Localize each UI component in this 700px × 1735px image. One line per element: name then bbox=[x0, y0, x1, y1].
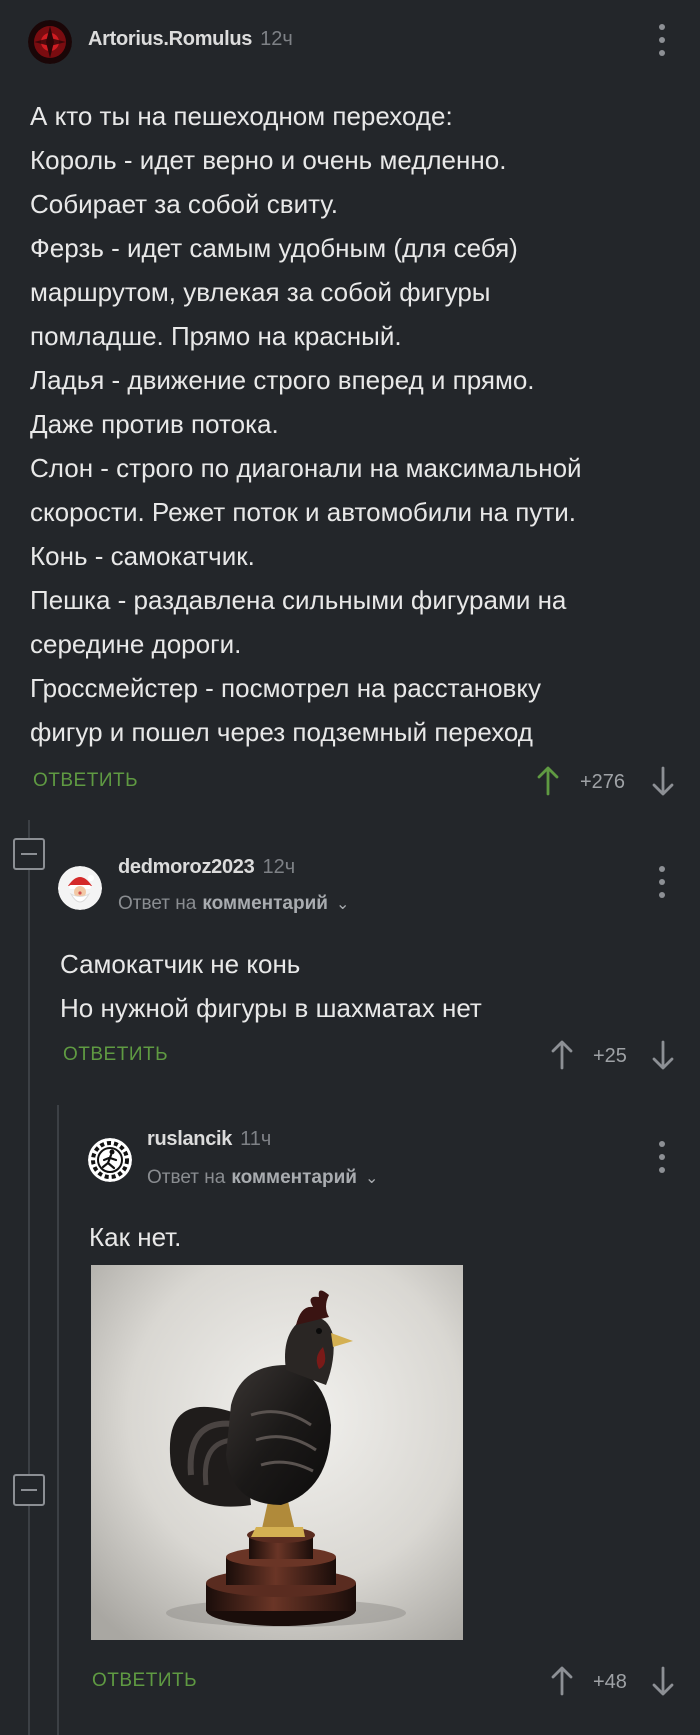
comment-line: скорости. Режет поток и автомобили на пу… bbox=[30, 497, 577, 527]
comment-time: 12ч bbox=[260, 28, 293, 50]
collapse-thread-button[interactable] bbox=[13, 838, 45, 870]
comment-line: середине дороги. bbox=[30, 629, 242, 659]
avatar[interactable] bbox=[28, 20, 72, 64]
more-options-icon[interactable] bbox=[652, 866, 672, 898]
more-options-icon[interactable] bbox=[652, 1141, 672, 1173]
reply-to-prefix: Ответ на bbox=[118, 893, 197, 914]
comment-header: ruslancik 11ч bbox=[147, 1128, 271, 1151]
upvote-icon[interactable] bbox=[536, 766, 560, 796]
comment-line: Король - идет верно и очень медленно. bbox=[30, 145, 507, 175]
comment-line: фигур и пошел через подземный переход bbox=[30, 717, 533, 747]
comment-line: Ладья - движение строго вперед и прямо. bbox=[30, 365, 535, 395]
comment-line: Собирает за собой свиту. bbox=[30, 189, 338, 219]
more-options-icon[interactable] bbox=[652, 24, 672, 56]
comment-line: Пешка - раздавлена сильными фигурами на bbox=[30, 585, 567, 615]
rating-score: +276 bbox=[580, 771, 626, 793]
rating-score: +25 bbox=[593, 1045, 627, 1067]
comment-header: Artorius.Romulus 12ч bbox=[88, 28, 293, 51]
comment-line: маршрутом, увлекая за собой фигуры bbox=[30, 277, 491, 307]
reply-button[interactable]: ОТВЕТИТЬ bbox=[63, 1044, 168, 1066]
downvote-icon[interactable] bbox=[651, 1040, 675, 1070]
comment-line: Даже против потока. bbox=[30, 409, 279, 439]
collapse-thread-button[interactable] bbox=[13, 1474, 45, 1506]
downvote-icon[interactable] bbox=[651, 766, 675, 796]
author-name[interactable]: Artorius.Romulus bbox=[88, 28, 252, 51]
comment-text: А кто ты на пешеходном переходе: Король … bbox=[30, 94, 680, 754]
upvote-icon[interactable] bbox=[550, 1040, 574, 1070]
comment-line: А кто ты на пешеходном переходе: bbox=[30, 101, 453, 131]
comment-line: помладше. Прямо на красный. bbox=[30, 321, 402, 351]
reply-to-link[interactable]: Ответ на комментарий ⌄ bbox=[118, 893, 349, 915]
avatar[interactable] bbox=[88, 1138, 132, 1182]
downvote-icon[interactable] bbox=[651, 1666, 675, 1696]
comment-time: 11ч bbox=[240, 1128, 272, 1150]
comment-time: 12ч bbox=[262, 856, 296, 878]
reply-to-prefix: Ответ на bbox=[147, 1167, 226, 1188]
thread-line[interactable] bbox=[57, 1105, 59, 1735]
comment-line: Гроссмейстер - посмотрел на расстановку bbox=[30, 673, 542, 703]
comment-line: Ферзь - идет самым удобным (для себя) bbox=[30, 233, 518, 263]
thread-line[interactable] bbox=[28, 820, 30, 1735]
comment-line: Конь - самокатчик. bbox=[30, 541, 255, 571]
reply-to-link[interactable]: Ответ на комментарий ⌄ bbox=[147, 1167, 378, 1189]
author-name[interactable]: ruslancik bbox=[147, 1128, 232, 1151]
rooster-chess-piece-image[interactable] bbox=[91, 1265, 463, 1640]
comment-text: Как нет. bbox=[89, 1222, 182, 1252]
rating-score: +48 bbox=[593, 1671, 627, 1693]
avatar[interactable] bbox=[58, 866, 102, 910]
upvote-icon[interactable] bbox=[550, 1666, 574, 1696]
comment-line: Но нужной фигуры в шахматах нет bbox=[60, 993, 482, 1023]
reply-button[interactable]: ОТВЕТИТЬ bbox=[92, 1670, 197, 1692]
reply-button[interactable]: ОТВЕТИТЬ bbox=[33, 770, 138, 792]
comment-line: Самокатчик не конь bbox=[60, 949, 301, 979]
author-name[interactable]: dedmoroz2023 bbox=[118, 856, 255, 879]
comment-text: Самокатчик не конь Но нужной фигуры в ша… bbox=[60, 942, 482, 1030]
comment-line: Слон - строго по диагонали на максимальн… bbox=[30, 453, 582, 483]
reply-to-target[interactable]: комментарий bbox=[231, 1167, 357, 1189]
chevron-down-icon[interactable]: ⌄ bbox=[336, 894, 349, 914]
comment-header: dedmoroz2023 12ч bbox=[118, 856, 295, 879]
reply-to-target[interactable]: комментарий bbox=[202, 893, 328, 915]
chevron-down-icon[interactable]: ⌄ bbox=[365, 1168, 378, 1188]
